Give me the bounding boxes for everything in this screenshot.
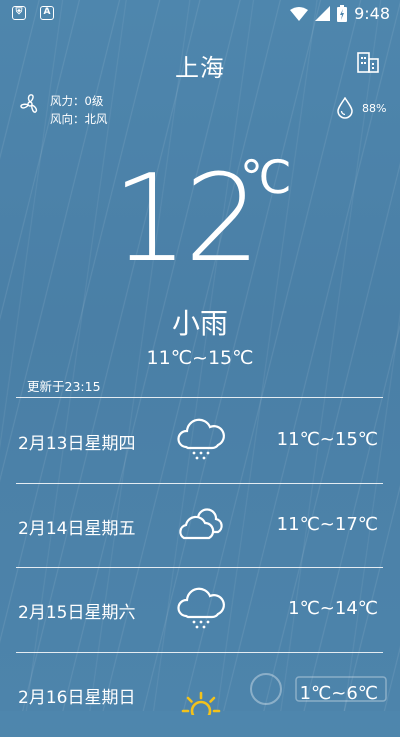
wind-direction: 风向：北风 <box>50 112 108 126</box>
divider <box>16 397 383 398</box>
rain-cloud-icon <box>177 587 225 629</box>
signal-icon <box>315 6 331 21</box>
temperature-unit: ℃ <box>240 150 292 204</box>
update-time: 更新于23:15 <box>27 379 101 394</box>
clock: 9:48 <box>354 4 390 23</box>
wifi-icon <box>290 6 309 21</box>
watermark-logo-icon <box>250 673 387 705</box>
forecast-row[interactable]: 2月15日星期六 1℃~14℃ <box>0 568 400 652</box>
battery-icon <box>337 5 348 22</box>
forecast-row[interactable]: 2月14日星期五 11℃~17℃ <box>0 484 400 568</box>
forecast-date: 2月16日星期日 <box>18 688 136 708</box>
forecast-row[interactable]: 2月13日星期四 11℃~15℃ <box>0 399 400 483</box>
shield-notification-icon: ⛨ <box>12 6 26 20</box>
forecast-range: 11℃~15℃ <box>276 429 378 450</box>
fan-wind-icon <box>20 94 38 113</box>
cloudy-icon <box>179 508 223 540</box>
wind-power: 风力：0级 <box>50 94 104 108</box>
city-title[interactable]: 上海 <box>0 48 400 83</box>
forecast-date: 2月14日星期五 <box>18 519 136 539</box>
rain-cloud-icon <box>177 418 225 460</box>
forecast-date: 2月15日星期六 <box>18 603 136 623</box>
forecast-date: 2月13日星期四 <box>18 434 136 454</box>
weather-condition: 小雨 <box>171 307 228 340</box>
forecast-range: 11℃~17℃ <box>276 514 378 535</box>
wind-info: 风力：0级 风向：北风 <box>50 92 108 128</box>
city-buildings-icon[interactable] <box>356 50 380 74</box>
app-notification-icon: A <box>40 6 54 20</box>
forecast-range: 1℃~14℃ <box>288 598 378 619</box>
humidity-value: 88% <box>362 102 387 115</box>
current-temperature: 12 <box>112 150 261 289</box>
sun-icon <box>181 691 221 715</box>
today-range: 11℃~15℃ <box>146 347 254 369</box>
status-bar: ⛨ A 9:48 <box>0 0 400 28</box>
humidity-drop-icon <box>337 97 353 119</box>
